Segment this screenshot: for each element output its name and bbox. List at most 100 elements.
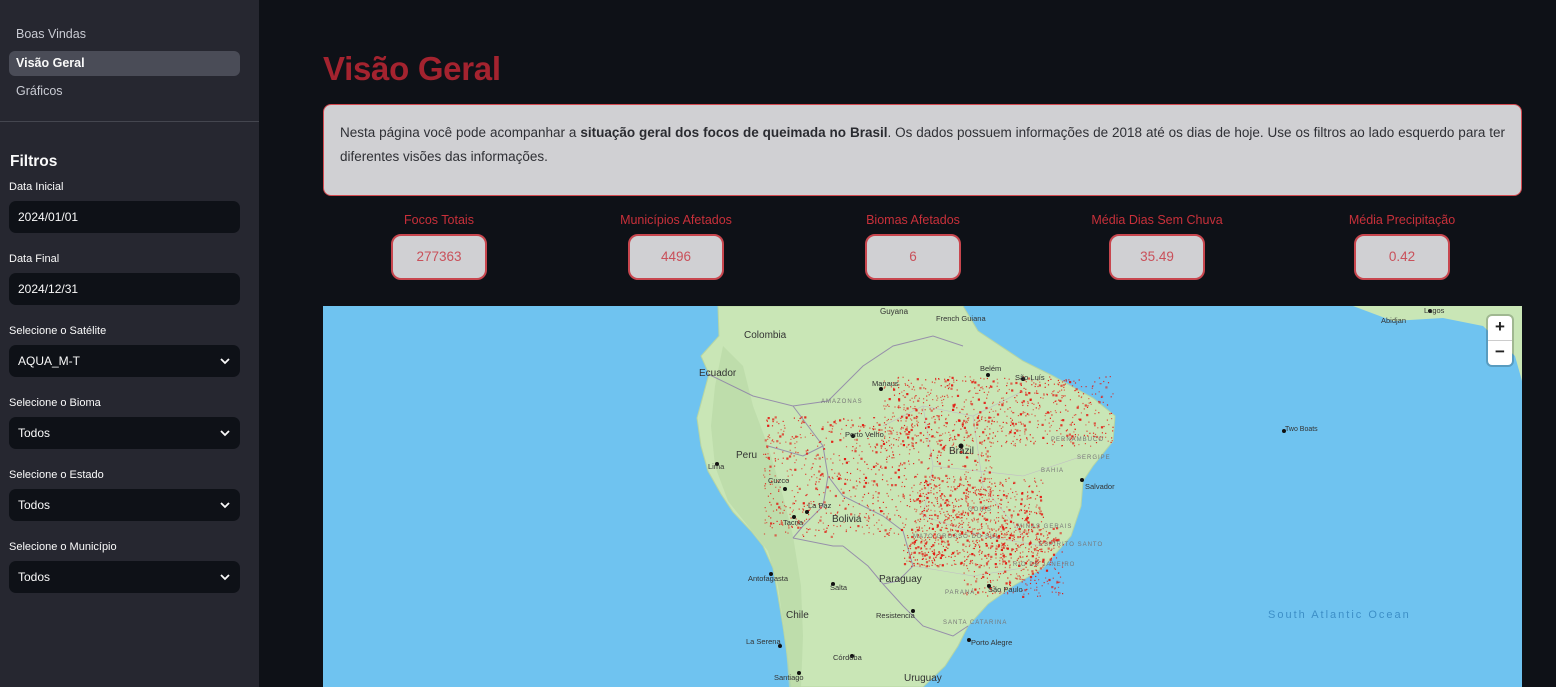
fire-hotspot [989,490,992,493]
fire-hotspot [958,525,961,527]
fire-hotspot [772,498,774,500]
fire-hotspot [928,528,930,530]
fire-hotspot [939,490,941,492]
fire-hotspot [1028,551,1030,553]
fire-hotspot [968,541,970,543]
fire-hotspot [1061,395,1063,397]
fire-hotspot [967,530,970,533]
fire-hotspot [1071,385,1074,387]
fire-hotspot [895,506,897,508]
nav-item-visao-geral[interactable]: Visão Geral [9,50,240,76]
end-date-input[interactable]: 2024/12/31 [9,273,240,305]
fire-hotspot [764,470,766,472]
fire-hotspot [1016,573,1018,575]
fire-hotspot [901,485,903,488]
fire-hotspot [990,385,993,388]
fire-hotspot [873,417,875,419]
fire-hotspot [992,505,994,507]
fire-hotspot [1103,425,1105,428]
map-label-tacna: Tacna [783,518,804,527]
fire-hotspot [1034,589,1036,591]
fire-hotspot [992,401,994,403]
fire-hotspot [1009,527,1011,530]
fire-hotspot [1034,415,1036,417]
fire-hotspot [1029,398,1032,401]
fire-hotspot [962,512,964,514]
fire-hotspot [1069,399,1071,401]
fire-hotspot [923,499,925,501]
fire-hotspot [923,487,927,490]
fire-hotspot [969,544,971,546]
fire-hotspot [925,553,928,557]
fire-hotspot [954,435,956,438]
municipality-select[interactable]: Todos [9,561,240,593]
fire-hotspot [875,483,878,486]
fire-hotspot [938,378,940,380]
fire-hotspot [1069,381,1072,384]
zoom-out-button[interactable]: − [1488,340,1512,365]
fire-hotspot [996,579,998,581]
fire-hotspot [973,425,975,427]
fire-hotspot [915,539,917,542]
fire-hotspot [927,444,929,447]
fire-hotspot [793,502,795,505]
satellite-select[interactable]: AQUA_M-T [9,345,240,377]
fire-hotspot [1027,495,1029,497]
fire-hotspot [934,560,936,562]
fire-hotspot [805,494,808,496]
nav-item-graficos[interactable]: Gráficos [9,79,240,104]
fire-hotspot [951,551,955,555]
fire-hotspot [1034,579,1036,581]
fire-hotspot [782,420,784,422]
fire-hotspot [1016,577,1018,579]
fire-hotspot [771,440,773,442]
fire-hotspot [898,400,900,402]
fire-hotspot [815,458,817,460]
fire-hotspot [818,457,821,460]
fire-hotspot [955,514,957,516]
state-select[interactable]: Todos [9,489,240,521]
fire-hotspot [985,562,989,565]
fire-hotspot [997,430,999,433]
fire-hotspot [940,557,942,560]
fire-hotspot [941,414,943,417]
fire-hotspot [920,547,923,549]
fire-hotspot [802,509,805,511]
nav-item-boas-vindas[interactable]: Boas Vindas [9,22,240,47]
fire-hotspot [1098,412,1100,414]
fire-hotspot [1026,515,1028,517]
fire-hotspot [893,394,896,396]
fire-hotspot [936,497,938,499]
fire-hotspot [833,533,835,535]
fire-hotspot [948,384,950,386]
fire-hotspot [823,444,825,446]
fire-hotspot [898,398,901,401]
fire-map[interactable]: Colombia Guyana French Guiana Ecuador Pe… [323,306,1522,687]
fire-hotspot [980,454,982,456]
fire-hotspot [950,486,952,488]
fire-hotspot [858,503,860,505]
biome-select[interactable]: Todos [9,417,240,449]
fire-hotspot [967,484,969,486]
fire-hotspot [990,519,992,521]
fire-hotspot [836,475,838,477]
fire-hotspot [797,420,800,422]
fire-hotspot [981,486,983,488]
fire-hotspot [894,471,897,474]
fire-hotspot [856,442,858,444]
fire-hotspot [1005,478,1007,481]
map-canvas[interactable]: Colombia Guyana French Guiana Ecuador Pe… [323,306,1522,687]
fire-hotspot [851,424,854,427]
fire-hotspot [1002,528,1005,531]
zoom-in-button[interactable]: + [1488,316,1512,340]
start-date-input[interactable]: 2024/01/01 [9,201,240,233]
fire-hotspot [921,410,923,412]
fire-hotspot [1005,495,1008,498]
municipality-value: Todos [18,570,51,584]
fire-hotspot [911,487,913,489]
fire-hotspot [1008,581,1012,584]
fire-hotspot [898,405,900,407]
fire-hotspot [773,452,775,454]
fire-hotspot [901,415,904,418]
fire-hotspot [941,493,944,496]
